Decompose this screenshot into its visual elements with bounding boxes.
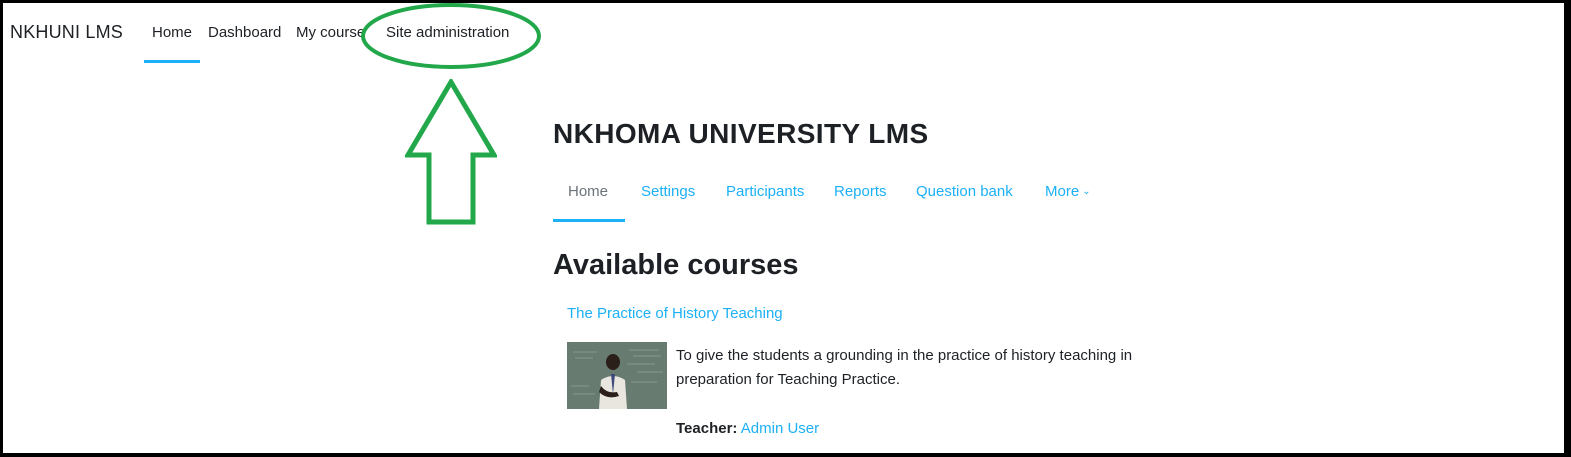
nav-dashboard[interactable]: Dashboard [208, 24, 281, 41]
highlight-ellipse-icon [361, 3, 541, 69]
course-name-link[interactable]: The Practice of History Teaching [567, 305, 783, 322]
tab-more[interactable]: More ⌄ [1045, 183, 1091, 200]
course-teacher: Teacher: Admin User [676, 420, 819, 437]
page-title: NKHOMA UNIVERSITY LMS [553, 118, 929, 149]
course-summary: To give the students a grounding in the … [676, 347, 1133, 388]
teacher-name-link[interactable]: Admin User [741, 420, 819, 437]
site-brand[interactable]: NKHUNI LMS [10, 22, 123, 43]
tab-home[interactable]: Home [568, 183, 608, 200]
tab-more-label: More [1045, 183, 1080, 200]
tab-reports[interactable]: Reports [834, 183, 887, 200]
tab-settings[interactable]: Settings [641, 183, 695, 200]
teacher-label: Teacher: [676, 420, 738, 437]
tab-active-indicator [553, 219, 625, 222]
nav-home[interactable]: Home [152, 24, 192, 41]
chevron-down-icon: ⌄ [1082, 186, 1091, 197]
nav-my-courses[interactable]: My courses [296, 24, 364, 41]
classroom-photo-icon[interactable] [567, 342, 667, 409]
tab-participants[interactable]: Participants [726, 183, 804, 200]
browser-viewport: NKHUNI LMS Home Dashboard My courses Sit… [3, 3, 1564, 453]
tab-question-bank[interactable]: Question bank [916, 183, 1013, 200]
nav-active-indicator [144, 60, 200, 63]
section-title: Available courses [553, 249, 799, 281]
up-arrow-icon [405, 79, 497, 225]
top-navbar: NKHUNI LMS Home Dashboard My courses Sit… [3, 3, 1564, 65]
